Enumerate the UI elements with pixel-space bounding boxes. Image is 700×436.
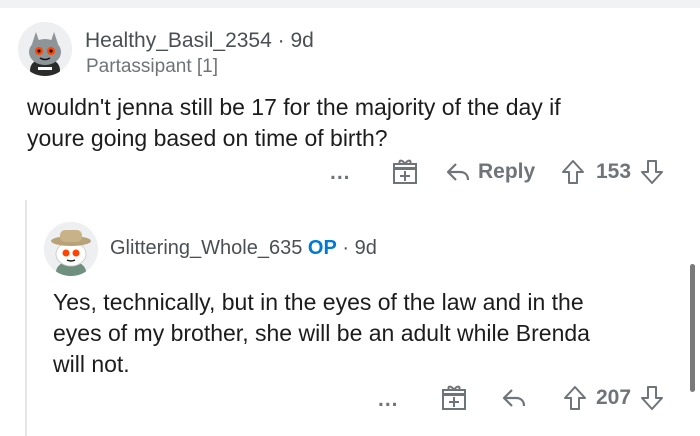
separator-dot: · <box>277 29 291 52</box>
downvote-arrow-icon[interactable] <box>639 384 665 412</box>
reply-label: Reply <box>478 160 536 183</box>
award-button[interactable] <box>441 384 467 412</box>
user-avatar[interactable] <box>18 22 72 76</box>
upvote-arrow-icon[interactable] <box>562 384 588 412</box>
more-options-button[interactable]: ... <box>330 160 356 186</box>
comment-line: youre going based on time of birth? <box>27 125 388 151</box>
vote-score: 207 <box>596 386 632 409</box>
user-flair: Partassipant [1] <box>86 56 219 77</box>
more-icon: ... <box>378 388 399 411</box>
vote-controls: 207 <box>562 384 665 412</box>
snoo-avatar-icon <box>44 222 98 276</box>
upvote-arrow-icon[interactable] <box>560 158 586 186</box>
comment-age: 9d <box>354 237 377 259</box>
comment-age: 9d <box>290 29 314 52</box>
comment-line: Yes, technically, but in the eyes of the… <box>53 289 584 315</box>
reply-arrow-icon <box>502 389 526 407</box>
comment-body: Yes, technically, but in the eyes of the… <box>53 287 590 380</box>
more-icon: ... <box>330 161 351 184</box>
username-text[interactable]: Healthy_Basil_2354 <box>85 29 272 52</box>
reply-arrow-icon <box>446 163 470 181</box>
separator-dot: · <box>342 237 355 259</box>
thread-line[interactable] <box>25 200 27 436</box>
award-gift-icon <box>393 159 417 184</box>
downvote-arrow-icon[interactable] <box>639 158 665 186</box>
more-options-button[interactable]: ... <box>378 387 404 413</box>
comment-author[interactable]: Glittering_Whole_635 OP · 9d <box>110 237 377 260</box>
comment-line: wouldn't jenna still be 17 for the major… <box>27 94 561 120</box>
vote-controls: 153 <box>560 158 665 186</box>
snoo-avatar-icon <box>18 22 72 76</box>
op-badge: OP <box>307 237 337 259</box>
award-button[interactable] <box>392 158 418 186</box>
comment-line: will not. <box>53 351 130 377</box>
scrollbar-thumb[interactable] <box>690 264 695 392</box>
comment-author[interactable]: Healthy_Basil_2354 · 9d <box>85 29 314 53</box>
vote-score: 153 <box>596 160 632 183</box>
user-avatar[interactable] <box>44 222 98 276</box>
comment-body: wouldn't jenna still be 17 for the major… <box>27 92 561 154</box>
reply-button[interactable]: Reply <box>444 158 535 186</box>
reply-button[interactable] <box>500 384 528 412</box>
comment-line: eyes of my brother, she will be an adult… <box>53 320 590 346</box>
award-gift-icon <box>442 385 466 410</box>
top-divider-band <box>0 0 700 8</box>
username-text[interactable]: Glittering_Whole_635 <box>110 237 302 259</box>
